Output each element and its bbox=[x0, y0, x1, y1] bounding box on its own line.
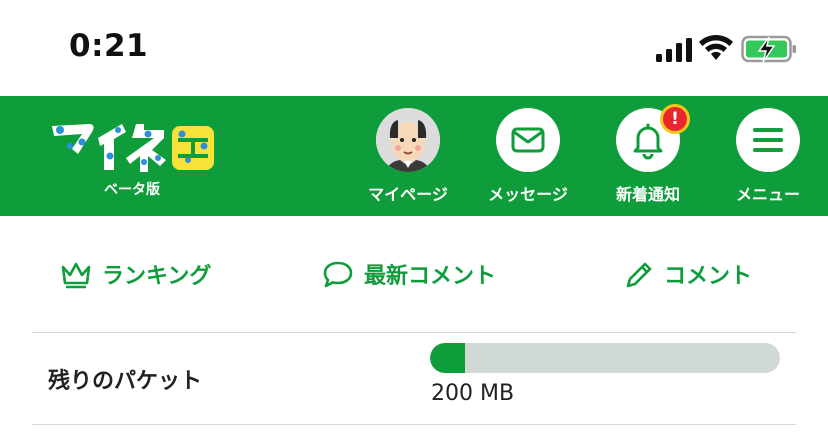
nav-messages[interactable]: メッセージ bbox=[468, 108, 588, 208]
nav-menu[interactable]: メニュー bbox=[708, 108, 828, 208]
speech-bubble-icon bbox=[323, 261, 353, 288]
nav-label: メッセージ bbox=[488, 185, 568, 204]
tab-label: ランキング bbox=[102, 264, 212, 289]
divider bbox=[32, 332, 796, 333]
avatar bbox=[376, 108, 440, 172]
mail-icon bbox=[511, 127, 545, 153]
nav-notifications[interactable]: ! 新着通知 bbox=[588, 104, 708, 208]
tab-row: ランキング 最新コメント コメント bbox=[0, 216, 828, 332]
logo-beta-label: ベータ版 bbox=[104, 182, 160, 198]
battery-charging-icon bbox=[741, 35, 796, 63]
nav-label: マイページ bbox=[368, 185, 448, 204]
pencil-icon bbox=[626, 262, 652, 288]
mineo-logo[interactable] bbox=[48, 116, 218, 176]
tab-latest-comments[interactable]: 最新コメント bbox=[322, 256, 496, 292]
packet-label: 残りのパケット bbox=[48, 369, 203, 394]
crown-icon bbox=[61, 262, 91, 289]
menu-icon bbox=[753, 128, 783, 152]
nav-icon-circle bbox=[736, 108, 800, 172]
tab-ranking[interactable]: ランキング bbox=[60, 256, 211, 292]
divider bbox=[32, 424, 796, 425]
user-avatar-icon bbox=[376, 108, 440, 172]
wifi-icon bbox=[699, 34, 733, 60]
status-bar: 0:21 bbox=[0, 0, 828, 96]
nav-label: メニュー bbox=[735, 185, 800, 204]
tab-comment[interactable]: コメント bbox=[622, 256, 752, 292]
notification-badge: ! bbox=[660, 104, 690, 134]
nav-mypage[interactable]: マイページ bbox=[348, 108, 468, 208]
app-header: ベータ版 マイページ メッセージ ! 新着通知 メニュー bbox=[0, 96, 828, 216]
tab-label: コメント bbox=[664, 264, 753, 289]
tab-label: 最新コメント bbox=[364, 264, 497, 289]
nav-label: 新着通知 bbox=[615, 185, 680, 204]
packet-value: 200 MB bbox=[431, 381, 515, 406]
packet-progress-fill bbox=[430, 343, 465, 373]
notification-badge-mark: ! bbox=[663, 107, 687, 131]
status-time: 0:21 bbox=[69, 28, 149, 64]
cellular-signal-icon bbox=[656, 38, 692, 62]
packet-progress-bar bbox=[430, 343, 780, 373]
nav-icon-circle bbox=[496, 108, 560, 172]
